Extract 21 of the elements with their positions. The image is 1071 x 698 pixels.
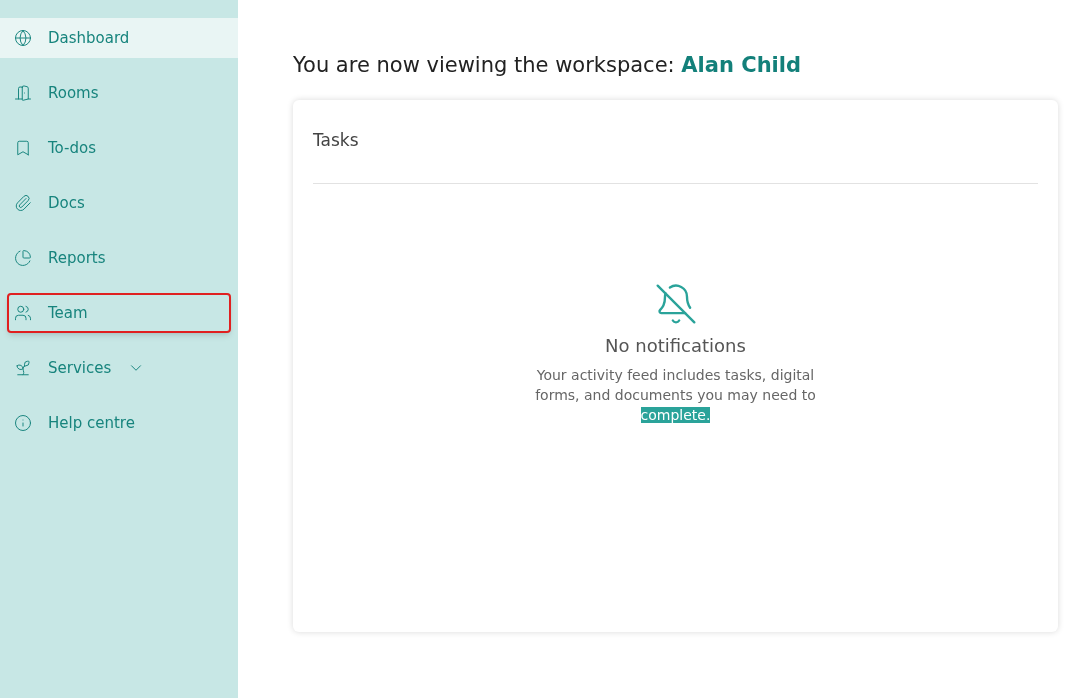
empty-title: No notifications [605, 333, 746, 358]
sidebar-item[interactable]: Reports [0, 238, 238, 278]
info-icon [14, 414, 32, 432]
sidebar-item[interactable]: Help centre [0, 403, 238, 443]
sidebar-item[interactable]: Docs [0, 183, 238, 223]
globe-icon [14, 29, 32, 47]
paperclip-icon [14, 194, 32, 212]
sidebar-item[interactable]: Rooms [0, 73, 238, 113]
bookmark-icon [14, 139, 32, 157]
sidebar-item[interactable]: To-dos [0, 128, 238, 168]
card-title: Tasks [313, 129, 359, 153]
sidebar-item[interactable]: Services [0, 348, 238, 388]
sidebar-item[interactable]: Team [7, 293, 231, 333]
bell-off-icon [653, 281, 698, 326]
people-icon [14, 304, 32, 322]
door-icon [14, 84, 32, 102]
workspace-heading: You are now viewing the workspace: Alan Child [293, 52, 803, 79]
pie-chart-icon [14, 249, 32, 267]
empty-description: Your activity feed includes tasks, digital forms, and documents you may need to complete. [534, 365, 817, 425]
sidebar-item[interactable]: Dashboard [0, 18, 238, 58]
plant-icon [14, 359, 32, 377]
